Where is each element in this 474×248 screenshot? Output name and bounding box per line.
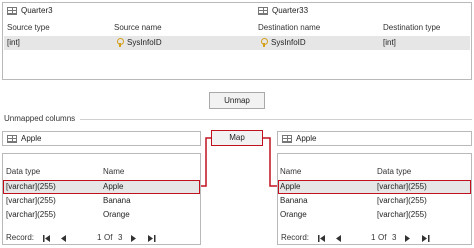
cell-data-type: [varchar](255)	[377, 182, 427, 191]
mapped-source-type: [int]	[7, 38, 20, 47]
unmapped-source-table-name: Apple	[21, 134, 42, 143]
table-icon	[258, 7, 268, 15]
cell-data-type: [varchar](255)	[6, 182, 56, 191]
record-label: Record:	[6, 233, 35, 242]
table-icon	[282, 135, 292, 143]
record-current[interactable]: 1	[97, 232, 101, 244]
source-table-header: Apple	[2, 131, 201, 146]
next-record-icon[interactable]	[131, 235, 137, 242]
mapped-destination-type: [int]	[383, 38, 396, 47]
destination-header-data-type: Data type	[377, 167, 412, 176]
record-current[interactable]: 1	[371, 232, 375, 244]
destination-unmapped-grid: Name Data type Apple [varchar](255) Bana…	[277, 153, 472, 245]
mapped-columns-panel: Quarter3 Quarter33 Source type Source na…	[2, 2, 472, 80]
mapped-source-name: SysInfoID	[127, 38, 162, 47]
column-header-source-type: Source type	[7, 23, 50, 32]
last-record-icon[interactable]	[422, 235, 430, 242]
cell-data-type: [varchar](255)	[6, 210, 56, 219]
source-unmapped-grid: Data type Name [varchar](255) Apple [var…	[2, 153, 201, 245]
last-record-icon[interactable]	[148, 235, 156, 242]
key-icon	[261, 38, 268, 47]
cell-name: Apple	[103, 182, 124, 191]
record-total: 3	[118, 233, 123, 242]
destination-table-header: Apple	[277, 131, 472, 146]
column-header-source-name: Source name	[114, 23, 162, 32]
cell-data-type: [varchar](255)	[6, 196, 56, 205]
destination-table-name: Quarter33	[272, 6, 309, 15]
cell-name: Orange	[280, 210, 307, 219]
unmap-button[interactable]: Unmap	[209, 92, 265, 109]
key-icon	[117, 38, 124, 47]
previous-record-icon[interactable]	[61, 235, 67, 242]
cell-data-type: [varchar](255)	[377, 196, 427, 205]
mapped-row[interactable]	[4, 36, 470, 50]
column-header-destination-name: Destination name	[258, 23, 321, 32]
map-button[interactable]: Map	[211, 130, 263, 146]
source-header-name: Name	[103, 167, 125, 176]
previous-record-icon[interactable]	[336, 235, 342, 242]
table-row[interactable]	[278, 180, 471, 194]
record-total: 3	[392, 233, 397, 242]
source-table-name: Quarter3	[21, 6, 53, 15]
cell-name: Banana	[103, 196, 131, 205]
table-icon	[7, 7, 17, 15]
cell-data-type: [varchar](255)	[377, 210, 427, 219]
cell-name: Orange	[103, 210, 130, 219]
mapped-destination-name: SysInfoID	[271, 38, 306, 47]
record-of-label: Of	[378, 233, 387, 242]
first-record-icon[interactable]	[318, 235, 326, 242]
unmapped-destination-table-name: Apple	[296, 134, 317, 143]
section-divider	[80, 119, 472, 120]
source-header-data-type: Data type	[6, 167, 41, 176]
first-record-icon[interactable]	[43, 235, 51, 242]
unmapped-columns-label: Unmapped columns	[4, 114, 76, 123]
record-of-label: Of	[104, 233, 113, 242]
cell-name: Apple	[280, 182, 301, 191]
next-record-icon[interactable]	[405, 235, 411, 242]
cell-name: Banana	[280, 196, 308, 205]
destination-connector-line	[262, 137, 277, 187]
table-icon	[7, 135, 17, 143]
destination-header-name: Name	[280, 167, 302, 176]
column-header-destination-type: Destination type	[383, 23, 441, 32]
record-label: Record:	[281, 233, 310, 242]
